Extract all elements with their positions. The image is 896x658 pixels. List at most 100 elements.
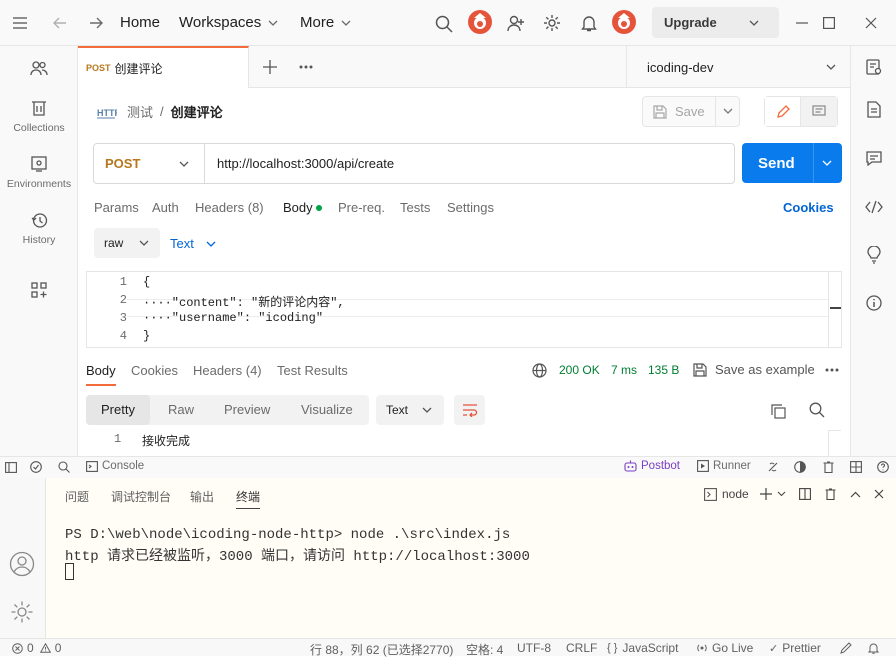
go-live-button[interactable]: Go Live — [696, 641, 753, 655]
response-tab-cookies[interactable]: Cookies — [131, 363, 178, 378]
documentation-icon[interactable] — [865, 100, 883, 118]
notifications-bell-icon[interactable] — [866, 641, 880, 655]
trash-icon[interactable] — [821, 460, 835, 474]
kill-terminal-icon[interactable] — [823, 487, 837, 501]
more-options-icon[interactable] — [823, 363, 841, 377]
feedback-icon[interactable] — [839, 641, 853, 655]
code-icon[interactable] — [865, 198, 883, 216]
terminal-shell-selector[interactable]: node — [704, 487, 749, 501]
view-visualize[interactable]: Visualize — [301, 395, 353, 425]
breadcrumb-request[interactable]: 创建评论 — [171, 102, 223, 121]
request-tab[interactable]: POST 创建评论 — [78, 46, 249, 88]
send-button[interactable]: Send — [742, 143, 842, 183]
theme-icon[interactable] — [793, 460, 807, 474]
response-status[interactable]: 200 OK — [559, 363, 600, 377]
workspaces-menu[interactable]: Workspaces — [179, 14, 278, 31]
sidebar-item-history[interactable]: History — [0, 210, 78, 246]
breadcrumb-collection[interactable]: 测试 — [127, 102, 153, 121]
view-raw[interactable]: Raw — [168, 395, 194, 425]
language-mode[interactable]: { } JavaScript — [607, 641, 678, 655]
wrap-lines-icon[interactable] — [454, 395, 485, 425]
plus-icon[interactable] — [261, 58, 279, 76]
maximize-icon[interactable] — [820, 14, 838, 32]
postbot-button[interactable]: Postbot — [624, 460, 680, 472]
editor-scrollbar[interactable] — [828, 272, 841, 347]
info-icon[interactable] — [865, 294, 883, 312]
sidebar-item-collections[interactable]: Collections — [0, 98, 78, 134]
body-editor[interactable]: 1 { 2 ····"content": "新的评论内容", 3 ····"us… — [86, 271, 842, 348]
tab-tests[interactable]: Tests — [400, 200, 430, 215]
indentation[interactable]: 空格: 4 — [466, 641, 503, 658]
tab-params[interactable]: Params — [94, 200, 139, 215]
copy-icon[interactable] — [769, 402, 787, 420]
sidebar-toggle-icon[interactable] — [4, 460, 18, 474]
minimize-icon[interactable] — [793, 14, 811, 32]
prettier-button[interactable]: ✓ Prettier — [769, 641, 821, 655]
panel-tab-debug-console[interactable]: 调试控制台 — [111, 488, 171, 505]
more-menu[interactable]: More — [300, 14, 351, 31]
response-tab-body[interactable]: Body — [86, 363, 116, 386]
search-icon[interactable] — [808, 401, 826, 419]
edit-pencil-icon[interactable] — [765, 97, 801, 126]
tab-body[interactable]: Body — [283, 200, 313, 215]
tab-auth[interactable]: Auth — [152, 200, 179, 215]
response-tab-headers[interactable]: Headers (4) — [193, 363, 262, 378]
problems-indicator[interactable]: 0 0 — [12, 641, 61, 655]
maximize-panel-icon[interactable] — [848, 487, 862, 501]
panel-tab-problems[interactable]: 问题 — [65, 488, 89, 505]
close-panel-icon[interactable] — [872, 487, 886, 501]
comments-icon[interactable] — [865, 149, 883, 167]
check-circle-icon[interactable] — [29, 460, 43, 474]
url-input[interactable]: http://localhost:3000/api/create — [217, 156, 394, 171]
tab-prerequest[interactable]: Pre-req. — [338, 200, 385, 215]
line-ending[interactable]: CRLF — [566, 641, 597, 655]
search-icon[interactable] — [433, 13, 455, 35]
cookies-link[interactable]: Cookies — [783, 200, 834, 215]
forward-arrow-icon[interactable] — [86, 13, 106, 33]
menu-icon[interactable] — [8, 13, 32, 33]
panel-tab-terminal[interactable]: 终端 — [236, 488, 261, 509]
save-button[interactable]: Save — [642, 96, 740, 127]
tab-settings[interactable]: Settings — [447, 200, 494, 215]
split-terminal-icon[interactable] — [798, 487, 812, 501]
environment-quicklook-icon[interactable] — [865, 58, 883, 76]
response-scrollbar[interactable] — [828, 430, 841, 456]
response-size[interactable]: 135 B — [648, 363, 679, 377]
body-mode-select[interactable]: raw — [94, 228, 160, 258]
find-icon[interactable] — [57, 460, 71, 474]
runner-button[interactable]: Runner — [697, 460, 751, 472]
account-icon[interactable] — [8, 550, 36, 578]
response-time[interactable]: 7 ms — [611, 363, 637, 377]
manage-gear-icon[interactable] — [8, 598, 36, 626]
lightbulb-icon[interactable] — [865, 246, 883, 264]
upgrade-button[interactable]: Upgrade — [652, 7, 779, 38]
body-language-select[interactable]: Text — [170, 236, 216, 251]
response-format-select[interactable]: Text — [376, 395, 444, 425]
capture-icon[interactable] — [766, 460, 780, 474]
sidebar-item-configure[interactable] — [0, 280, 78, 304]
tab-headers[interactable]: Headers (8) — [195, 200, 264, 215]
globe-icon[interactable] — [531, 362, 547, 378]
layout-grid-icon[interactable] — [849, 460, 863, 474]
invite-user-icon[interactable] — [505, 12, 527, 34]
team-avatar[interactable] — [612, 10, 636, 34]
response-tab-test-results[interactable]: Test Results — [277, 363, 348, 378]
save-as-example-button[interactable]: Save as example — [693, 362, 815, 377]
method-selector[interactable]: POST — [94, 144, 205, 183]
panel-tab-output[interactable]: 输出 — [190, 488, 214, 505]
home-link[interactable]: Home — [120, 14, 160, 31]
back-arrow-icon[interactable] — [50, 13, 70, 33]
avatar[interactable] — [468, 10, 492, 34]
more-tabs-icon[interactable] — [297, 58, 315, 76]
encoding[interactable]: UTF-8 — [517, 641, 551, 655]
view-pretty[interactable]: Pretty — [86, 395, 150, 425]
bell-icon[interactable] — [578, 12, 600, 34]
sidebar-item-team[interactable] — [0, 58, 78, 82]
help-icon[interactable] — [876, 460, 890, 474]
chevron-down-icon[interactable] — [776, 489, 786, 499]
sidebar-item-environments[interactable]: Environments — [0, 154, 78, 190]
close-icon[interactable] — [862, 14, 880, 32]
environment-selector[interactable]: icoding-dev — [626, 46, 850, 88]
comment-view-icon[interactable] — [801, 97, 837, 126]
cursor-position[interactable]: 行 88，列 62 (已选择2770) — [310, 641, 453, 658]
